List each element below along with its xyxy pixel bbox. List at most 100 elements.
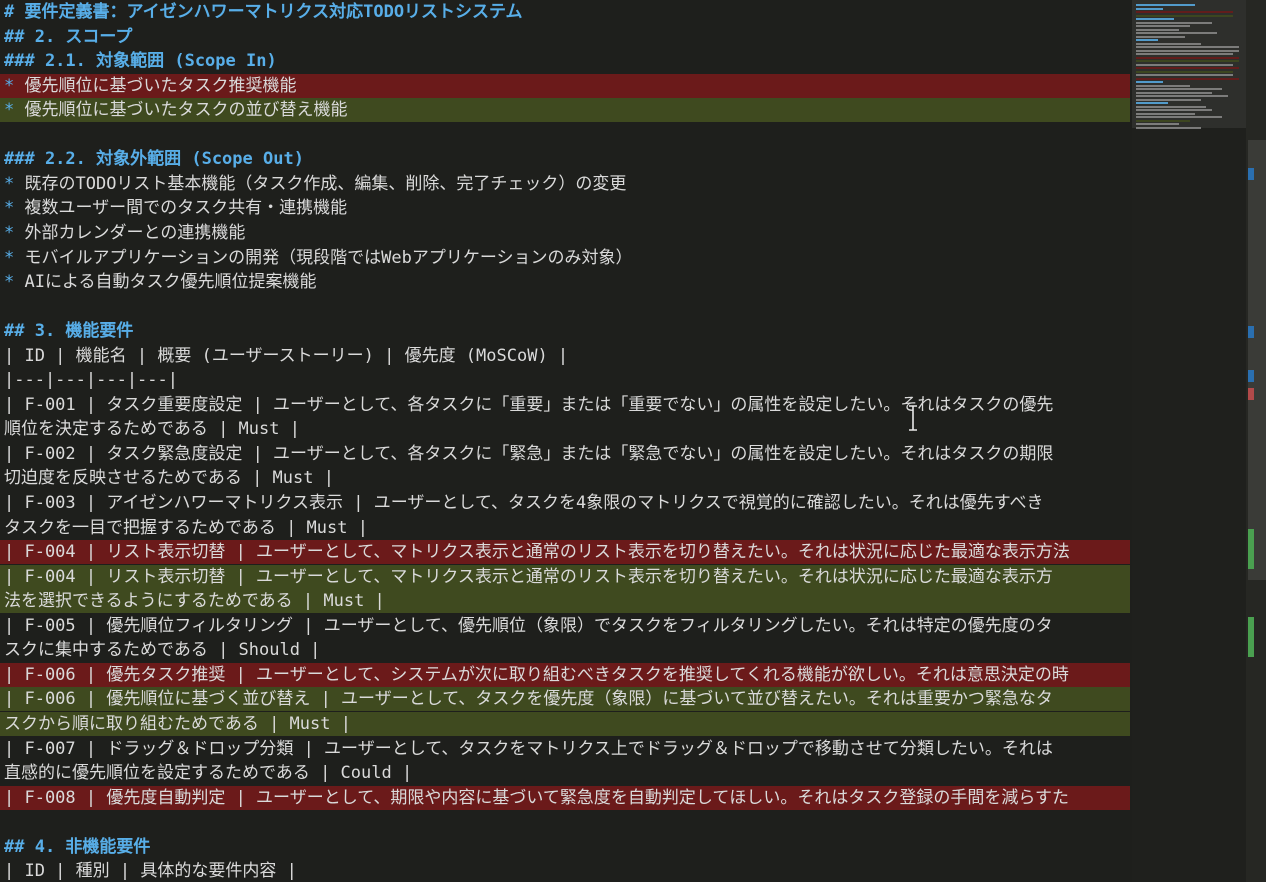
text-cursor-icon	[909, 405, 917, 431]
line-text: 優先順位に基づいたタスクの並び替え機能	[24, 100, 348, 121]
code-line[interactable]: | F-003 | アイゼンハワーマトリクス表示 | ユーザーとして、タスクを4…	[0, 491, 1130, 515]
code-line[interactable]: タスクを一目で把握するためである | Must |	[0, 516, 1130, 540]
minimap-line	[1136, 70, 1233, 73]
line-text: | F-002 | タスク緊急度設定 | ユーザーとして、各タスクに「緊急」また…	[4, 443, 1054, 464]
line-text: | F-004 | リスト表示切替 | ユーザーとして、マトリクス表示と通常のリ…	[4, 566, 1053, 587]
code-line[interactable]: | F-007 | ドラッグ＆ドロップ分類 | ユーザーとして、タスクをマトリク…	[0, 737, 1130, 761]
minimap-line	[1136, 84, 1190, 87]
line-text: |---|---|---|---|	[4, 370, 178, 391]
code-line[interactable]	[0, 810, 1130, 834]
line-text: スクに集中するためである | Should |	[4, 640, 321, 661]
vertical-scrollbar[interactable]	[1246, 0, 1266, 882]
minimap[interactable]	[1132, 0, 1246, 882]
minimap-line	[1136, 28, 1179, 31]
minimap-line	[1136, 56, 1239, 59]
bullet-marker: *	[4, 247, 25, 268]
line-text: | F-007 | ドラッグ＆ドロップ分類 | ユーザーとして、タスクをマトリク…	[4, 738, 1053, 759]
heading-text: ### 2.2. 対象外範囲 (Scope Out)	[4, 149, 304, 170]
code-line[interactable]: | F-005 | 優先順位フィルタリング | ユーザーとして、優先順位（象限）…	[0, 614, 1130, 638]
scrollbar-thumb[interactable]	[1248, 140, 1266, 580]
line-text: 直感的に優先順位を設定するためである | Could |	[4, 763, 413, 784]
editor-pane[interactable]: # 要件定義書：アイゼンハワーマトリクス対応TODOリストシステム ## 2. ス…	[0, 0, 1132, 882]
bullet-marker: *	[4, 272, 25, 293]
minimap-line	[1136, 25, 1190, 27]
bullet-marker: *	[4, 173, 25, 194]
bullet-marker: *	[4, 222, 25, 243]
removed-line[interactable]: | F-008 | 優先度自動判定 | ユーザーとして、期限や内容に基づいて緊急…	[0, 785, 1130, 810]
added-line[interactable]: スクから順に取り組むためである | Must |	[0, 711, 1130, 736]
minimap-line	[1136, 119, 1190, 122]
added-line[interactable]: | F-006 | 優先順位に基づく並び替え | ユーザーとして、タスクを優先度…	[0, 687, 1130, 712]
line-text: | ID | 機能名 | 概要 (ユーザーストーリー) | 優先度 (MoSCo…	[4, 345, 569, 366]
code-line[interactable]: ## 3. 機能要件	[0, 319, 1130, 343]
line-text: | F-005 | 優先順位フィルタリング | ユーザーとして、優先順位（象限）…	[4, 615, 1053, 636]
code-line[interactable]: 順位を決定するためである | Must |	[0, 417, 1130, 441]
code-line[interactable]: 切迫度を反映させるためである | Must |	[0, 466, 1130, 490]
line-text: | F-004 | リスト表示切替 | ユーザーとして、マトリクス表示と通常のリ…	[4, 542, 1070, 563]
code-line[interactable]: * 外部カレンダーとの連携機能	[0, 221, 1130, 245]
minimap-line	[1136, 88, 1222, 90]
code-line[interactable]: スクに集中するためである | Should |	[0, 638, 1130, 662]
removed-line[interactable]: | F-006 | 優先タスク推奨 | ユーザーとして、システムが次に取り組むべ…	[0, 662, 1130, 687]
minimap-line	[1136, 53, 1233, 55]
code-line[interactable]: | F-001 | タスク重要度設定 | ユーザーとして、各タスクに「重要」また…	[0, 393, 1130, 417]
code-line[interactable]	[0, 295, 1130, 319]
heading-text: ### 2.1. 対象範囲 (Scope In)	[4, 51, 277, 72]
minimap-line	[1136, 46, 1239, 48]
code-line[interactable]: ## 4. 非機能要件	[0, 835, 1130, 859]
minimap-line	[1136, 98, 1201, 101]
code-line[interactable]: ### 2.2. 対象外範囲 (Scope Out)	[0, 147, 1130, 171]
code-line[interactable]: * 既存のTODOリスト基本機能（タスク作成、編集、削除、完了チェック）の変更	[0, 172, 1130, 196]
minimap-line	[1136, 112, 1195, 115]
scrollbar-change-mark	[1248, 326, 1254, 338]
minimap-line	[1136, 18, 1174, 20]
code-line[interactable]: | ID | 種別 | 具体的な要件内容 |	[0, 859, 1130, 882]
added-line[interactable]: | F-004 | リスト表示切替 | ユーザーとして、マトリクス表示と通常のリ…	[0, 564, 1130, 589]
minimap-line	[1136, 81, 1163, 83]
minimap-line	[1136, 74, 1233, 76]
minimap-line	[1136, 105, 1206, 108]
code-line[interactable]: 直感的に優先順位を設定するためである | Could |	[0, 761, 1130, 785]
line-text: | F-006 | 優先タスク推奨 | ユーザーとして、システムが次に取り組むべ…	[4, 664, 1069, 685]
removed-line[interactable]: * 優先順位に基づいたタスク推奨機能	[0, 73, 1130, 98]
minimap-line	[1136, 7, 1163, 10]
code-line[interactable]: # 要件定義書：アイゼンハワーマトリクス対応TODOリストシステム	[0, 0, 1130, 24]
bullet-marker: *	[4, 198, 25, 219]
line-text: 複数ユーザー間でのタスク共有・連携機能	[24, 198, 348, 219]
code-line[interactable]: |---|---|---|---|	[0, 368, 1130, 392]
line-text: | F-003 | アイゼンハワーマトリクス表示 | ユーザーとして、タスクを4…	[4, 493, 1044, 513]
removed-line[interactable]: | F-004 | リスト表示切替 | ユーザーとして、マトリクス表示と通常のリ…	[0, 540, 1130, 565]
added-line[interactable]: 法を選択できるようにするためである | Must |	[0, 589, 1130, 614]
line-text: AIによる自動タスク優先順位提案機能	[24, 272, 317, 293]
line-text: 優先順位に基づいたタスク推奨機能	[24, 75, 297, 96]
line-text: タスクを一目で把握するためである | Must |	[4, 517, 368, 538]
line-text: 順位を決定するためである | Must |	[4, 419, 300, 440]
minimap-line	[1136, 11, 1233, 13]
minimap-line	[1136, 39, 1158, 41]
code-line[interactable]: | ID | 機能名 | 概要 (ユーザーストーリー) | 優先度 (MoSCo…	[0, 344, 1130, 368]
code-line[interactable]: * 複数ユーザー間でのタスク共有・連携機能	[0, 196, 1130, 220]
code-line[interactable]: * モバイルアプリケーションの開発（現段階ではWebアプリケーションのみ対象）	[0, 246, 1130, 270]
code-line[interactable]: ### 2.1. 対象範囲 (Scope In)	[0, 49, 1130, 73]
code-line[interactable]: * AIによる自動タスク優先順位提案機能	[0, 270, 1130, 294]
code-line[interactable]: ## 2. スコープ	[0, 25, 1130, 49]
heading-text: ## 3. 機能要件	[4, 321, 134, 342]
bullet-marker: *	[4, 100, 25, 121]
scrollbar-change-mark	[1248, 529, 1254, 569]
minimap-line	[1136, 91, 1212, 94]
minimap-line	[1136, 67, 1239, 69]
code-line[interactable]	[0, 123, 1130, 147]
minimap-line	[1136, 21, 1212, 24]
minimap-line	[1136, 95, 1228, 97]
minimap-line	[1136, 102, 1168, 104]
heading-text: ## 4. 非機能要件	[4, 836, 151, 857]
minimap-line	[1136, 77, 1239, 80]
minimap-line	[1136, 4, 1195, 6]
line-text: スクから順に取り組むためである | Must |	[4, 713, 351, 734]
code-line[interactable]: | F-002 | タスク緊急度設定 | ユーザーとして、各タスクに「緊急」また…	[0, 442, 1130, 466]
minimap-line	[1136, 126, 1201, 129]
minimap-line	[1136, 35, 1185, 38]
line-text: | F-001 | タスク重要度設定 | ユーザーとして、各タスクに「重要」また…	[4, 394, 1054, 415]
minimap-line	[1136, 32, 1217, 34]
added-line[interactable]: * 優先順位に基づいたタスクの並び替え機能	[0, 98, 1130, 123]
